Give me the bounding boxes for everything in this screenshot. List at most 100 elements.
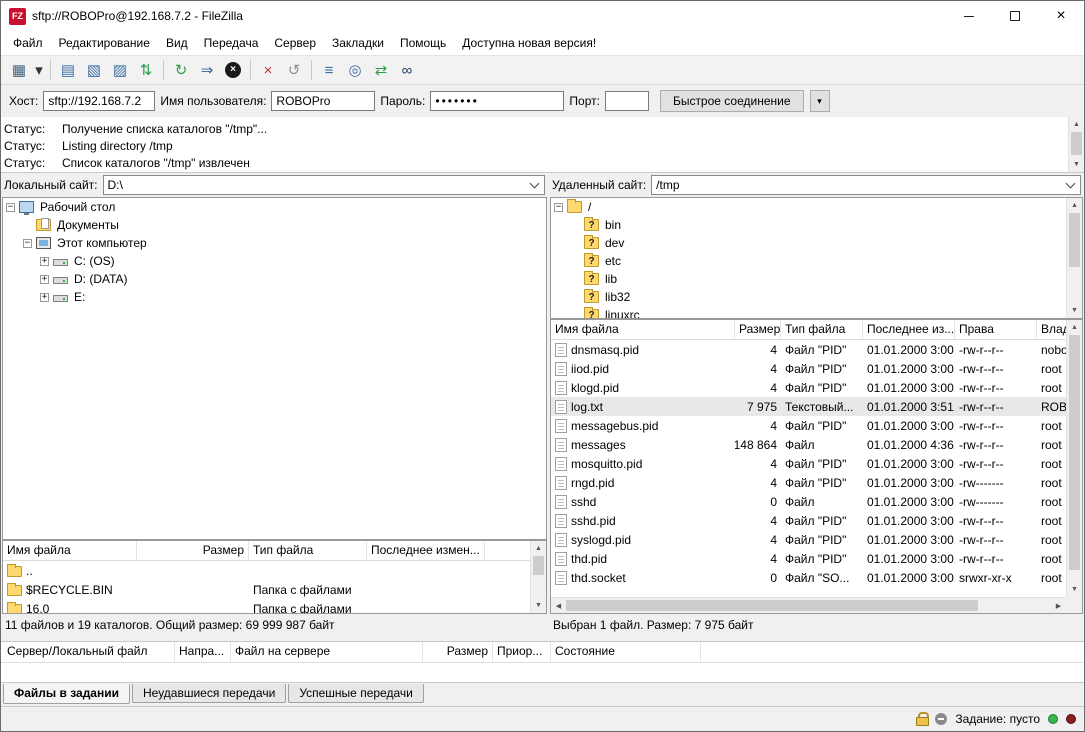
toggle-transfer-queue-button[interactable]: ⇅ <box>133 58 159 82</box>
menu-item-4[interactable]: Передача <box>196 31 267 55</box>
tree-item[interactable]: Документы <box>3 216 546 234</box>
synchronized-browsing-button[interactable]: ⇄ <box>368 58 394 82</box>
toggle-local-tree-button[interactable]: ▧ <box>81 58 107 82</box>
close-button[interactable]: × <box>1038 1 1084 31</box>
column-header[interactable]: Права <box>955 320 1037 339</box>
column-header[interactable]: Последнее измен... <box>367 541 485 560</box>
file-row[interactable]: dnsmasq.pid4Файл "PID"01.01.2000 3:00...… <box>551 340 1066 359</box>
scroll-thumb[interactable] <box>1069 213 1080 267</box>
column-header[interactable]: Последнее из... <box>863 320 955 339</box>
host-input[interactable] <box>43 91 155 111</box>
scroll-thumb[interactable] <box>533 556 544 575</box>
file-row[interactable]: .. <box>3 561 530 580</box>
port-input[interactable] <box>605 91 649 111</box>
scroll-track[interactable] <box>1069 132 1084 157</box>
column-header[interactable]: Размер <box>423 642 493 662</box>
remote-files-hscrollbar[interactable]: ◀▶ <box>551 597 1066 613</box>
scroll-thumb[interactable] <box>1071 132 1082 155</box>
menu-item-8[interactable]: Доступна новая версия! <box>454 31 604 55</box>
queue-tab-2[interactable]: Неудавшиеся передачи <box>132 684 286 703</box>
column-header[interactable]: Имя файла <box>551 320 735 339</box>
process-queue-button[interactable]: ⇒ <box>194 58 220 82</box>
speed-limit-icon[interactable] <box>935 713 947 725</box>
column-header[interactable]: Тип файла <box>781 320 863 339</box>
scroll-track[interactable] <box>1067 335 1082 582</box>
file-row[interactable]: klogd.pid4Файл "PID"01.01.2000 3:00...-r… <box>551 378 1066 397</box>
expand-icon[interactable]: + <box>40 275 49 284</box>
file-row[interactable]: rngd.pid4Файл "PID"01.01.2000 3:00...-rw… <box>551 473 1066 492</box>
quickconnect-button[interactable]: Быстрое соединение <box>660 90 804 112</box>
scroll-up-arrow[interactable]: ▲ <box>1067 198 1082 213</box>
file-row[interactable]: thd.socket0Файл "SO...01.01.2000 3:00...… <box>551 568 1066 587</box>
scroll-thumb[interactable] <box>566 600 978 611</box>
expand-icon[interactable]: + <box>40 293 49 302</box>
remote-files-scrollbar[interactable]: ▲▼ <box>1066 320 1082 597</box>
expand-icon[interactable]: + <box>40 257 49 266</box>
queue-tab-1[interactable]: Файлы в задании <box>3 684 130 704</box>
column-header[interactable]: Имя файла <box>3 541 137 560</box>
file-row[interactable]: syslogd.pid4Файл "PID"01.01.2000 3:00...… <box>551 530 1066 549</box>
local-site-combobox[interactable]: D:\ <box>103 175 546 195</box>
remote-site-combobox[interactable]: /tmp <box>651 175 1081 195</box>
tree-item[interactable]: −/ <box>551 198 1066 216</box>
reconnect-button[interactable]: ↺ <box>281 58 307 82</box>
collapse-icon[interactable]: − <box>6 203 15 212</box>
scroll-up-arrow[interactable]: ▲ <box>1069 117 1084 132</box>
remote-tree-scrollbar[interactable]: ▲▼ <box>1066 198 1082 318</box>
cancel-operation-button[interactable]: × <box>220 58 246 82</box>
column-header[interactable]: Состояние <box>551 642 701 662</box>
file-row[interactable]: log.txt7 975Текстовый...01.01.2000 3:51.… <box>551 397 1066 416</box>
tree-item[interactable]: +E: <box>3 288 546 306</box>
collapse-icon[interactable]: − <box>23 239 32 248</box>
tree-item[interactable]: ?lib32 <box>551 288 1066 306</box>
menu-item-6[interactable]: Закладки <box>324 31 392 55</box>
site-manager-dropdown-button[interactable]: ▾ <box>32 58 46 82</box>
scroll-up-arrow[interactable]: ▲ <box>531 541 546 556</box>
tree-item[interactable]: ?lib <box>551 270 1066 288</box>
local-files-scrollbar[interactable]: ▲▼ <box>530 541 546 613</box>
column-header[interactable]: Тип файла <box>249 541 367 560</box>
scroll-track[interactable] <box>566 598 1051 613</box>
column-header[interactable]: Приор... <box>493 642 551 662</box>
tree-item[interactable]: −Этот компьютер <box>3 234 546 252</box>
scroll-down-arrow[interactable]: ▼ <box>1067 582 1082 597</box>
menu-item-1[interactable]: Файл <box>5 31 51 55</box>
tree-item[interactable]: +C: (OS) <box>3 252 546 270</box>
filter-button[interactable]: ≡ <box>316 58 342 82</box>
toggle-message-log-button[interactable]: ▤ <box>55 58 81 82</box>
file-row[interactable]: $RECYCLE.BINПапка с файлами <box>3 580 530 599</box>
file-row[interactable]: mosquitto.pid4Файл "PID"01.01.2000 3:00.… <box>551 454 1066 473</box>
scroll-track[interactable] <box>1067 213 1082 303</box>
column-header[interactable]: Сервер/Локальный файл <box>3 642 175 662</box>
scroll-track[interactable] <box>531 556 546 598</box>
file-row[interactable]: 16.0Папка с файлами <box>3 599 530 613</box>
file-row[interactable]: sshd.pid4Файл "PID"01.01.2000 3:00...-rw… <box>551 511 1066 530</box>
scroll-down-arrow[interactable]: ▼ <box>1067 303 1082 318</box>
file-row[interactable]: messagebus.pid4Файл "PID"01.01.2000 3:00… <box>551 416 1066 435</box>
scroll-right-arrow[interactable]: ▶ <box>1051 598 1066 614</box>
queue-tab-3[interactable]: Успешные передачи <box>288 684 424 703</box>
collapse-icon[interactable]: − <box>554 203 563 212</box>
toggle-remote-tree-button[interactable]: ▨ <box>107 58 133 82</box>
menu-item-5[interactable]: Сервер <box>266 31 324 55</box>
password-input[interactable] <box>430 91 564 111</box>
disconnect-button[interactable]: × <box>255 58 281 82</box>
refresh-button[interactable]: ↻ <box>168 58 194 82</box>
column-header[interactable]: Файл на сервере <box>231 642 423 662</box>
scroll-left-arrow[interactable]: ◀ <box>551 598 566 614</box>
tree-item[interactable]: ?bin <box>551 216 1066 234</box>
column-header[interactable]: Размер <box>137 541 249 560</box>
scroll-thumb[interactable] <box>1069 335 1080 570</box>
scroll-up-arrow[interactable]: ▲ <box>1067 320 1082 335</box>
username-input[interactable] <box>271 91 375 111</box>
file-row[interactable]: messages148 864Файл01.01.2000 4:36...-rw… <box>551 435 1066 454</box>
menu-item-3[interactable]: Вид <box>158 31 196 55</box>
compare-directories-button[interactable]: ◎ <box>342 58 368 82</box>
tree-item[interactable]: ?etc <box>551 252 1066 270</box>
tree-item[interactable]: ?dev <box>551 234 1066 252</box>
quickconnect-dropdown-button[interactable]: ▾ <box>810 90 830 112</box>
combo-dropdown-icon[interactable] <box>1061 177 1079 193</box>
scroll-down-arrow[interactable]: ▼ <box>531 598 546 613</box>
maximize-button[interactable] <box>992 1 1038 31</box>
combo-dropdown-icon[interactable] <box>525 177 543 193</box>
